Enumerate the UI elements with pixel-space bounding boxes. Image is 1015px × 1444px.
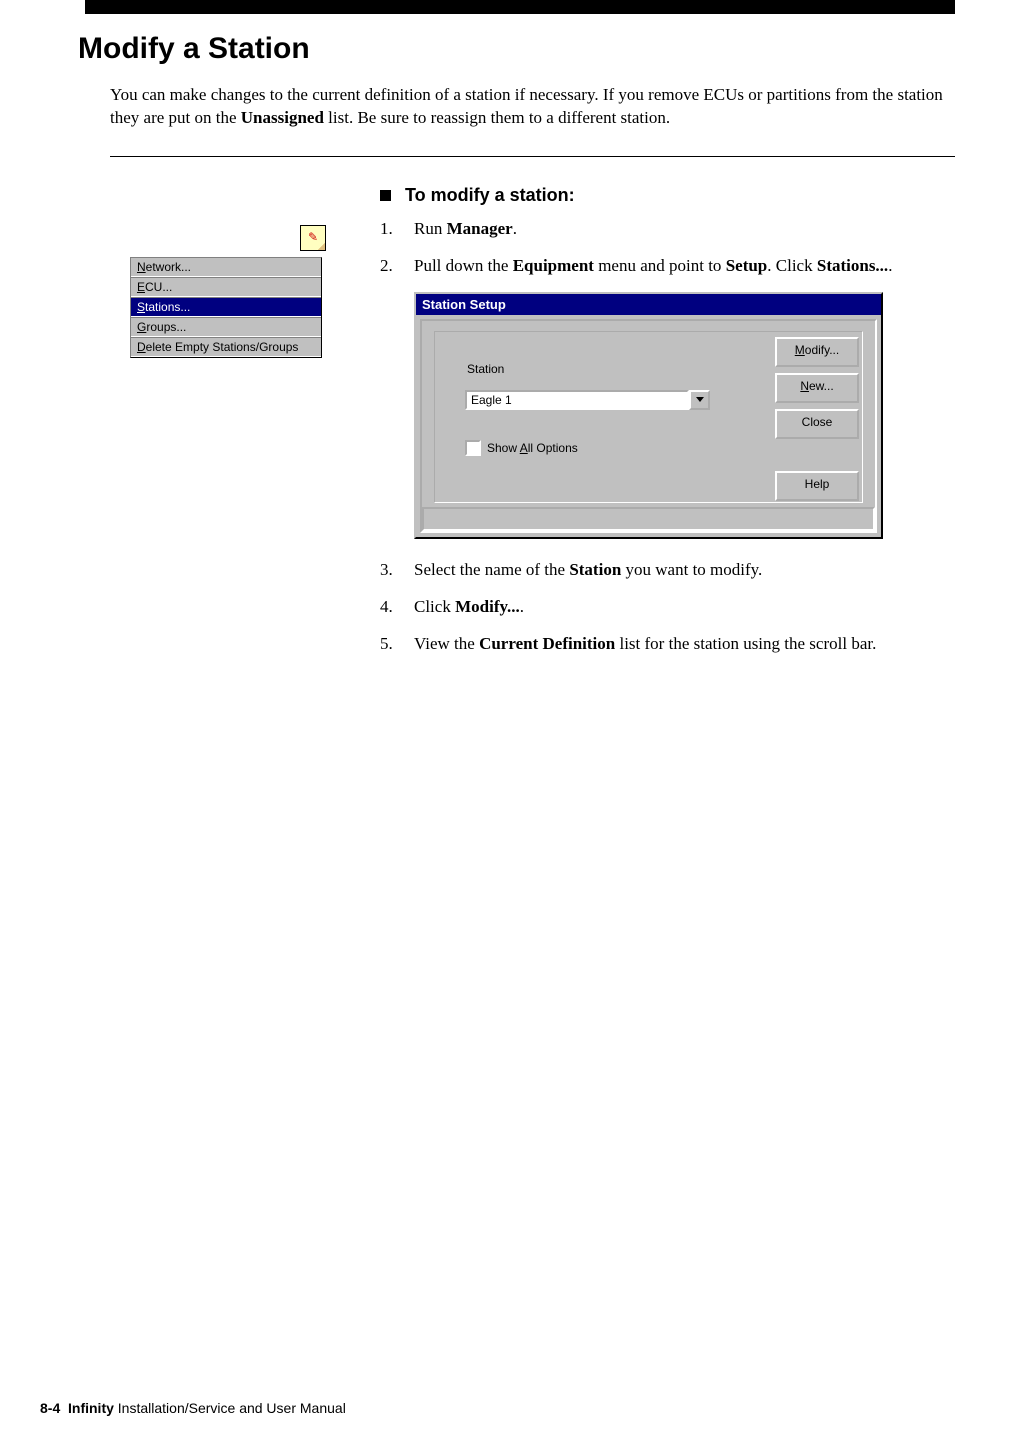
checkbox-box[interactable] [465, 440, 481, 456]
checkbox-label: Show All Options [487, 441, 578, 455]
header-rule [85, 0, 955, 14]
section-divider [110, 156, 955, 157]
intro-text-bold: Unassigned [241, 108, 324, 127]
step-number: 3. [380, 559, 396, 582]
step-text: Run Manager. [414, 218, 517, 241]
station-setup-dialog: Station Setup Station Eagle 1 Show All O… [414, 292, 883, 539]
step-text: Click Modify.... [414, 596, 524, 619]
station-combobox-value[interactable]: Eagle 1 [465, 390, 689, 410]
menu-item[interactable]: ECU... [131, 277, 321, 297]
menu-item[interactable]: Network... [131, 258, 321, 277]
step-3: 3. Select the name of the Station you wan… [380, 559, 955, 582]
menu-item[interactable]: Stations... [131, 297, 321, 317]
dialog-status-bar [422, 507, 875, 531]
menu-item[interactable]: Delete Empty Stations/Groups [131, 337, 321, 357]
help-button[interactable]: Help [775, 471, 859, 501]
dialog-body: Station Eagle 1 Show All Options Modify.… [420, 319, 877, 533]
page-footer: 8-4 Infinity Installation/Service and Us… [40, 1400, 346, 1416]
sticky-note-icon: ✎ [300, 225, 326, 251]
step-text: Pull down the Equipment menu and point t… [414, 255, 892, 278]
close-button[interactable]: Close [775, 409, 859, 439]
step-text: View the Current Definition list for the… [414, 633, 876, 656]
step-4: 4. Click Modify.... [380, 596, 955, 619]
combobox-dropdown-button[interactable] [689, 390, 710, 410]
step-number: 2. [380, 255, 396, 278]
station-combobox[interactable]: Eagle 1 [465, 390, 710, 410]
equipment-setup-menu: Network...ECU...Stations...Groups...Dele… [130, 257, 322, 358]
menu-item[interactable]: Groups... [131, 317, 321, 337]
step-number: 1. [380, 218, 396, 241]
square-bullet-icon [380, 190, 391, 201]
footer-product: Infinity [68, 1400, 114, 1416]
step-text: Select the name of the Station you want … [414, 559, 762, 582]
page-title: Modify a Station [78, 32, 955, 66]
step-5: 5. View the Current Definition list for t… [380, 633, 955, 656]
step-number: 5. [380, 633, 396, 656]
station-label: Station [467, 362, 504, 376]
new-button[interactable]: New... [775, 373, 859, 403]
footer-rest: Installation/Service and User Manual [114, 1400, 346, 1416]
step-2: 2. Pull down the Equipment menu and point… [380, 255, 955, 278]
dialog-titlebar[interactable]: Station Setup [416, 294, 881, 315]
show-all-options-checkbox[interactable]: Show All Options [465, 440, 578, 456]
step-number: 4. [380, 596, 396, 619]
step-1: 1. Run Manager. [380, 218, 955, 241]
procedure-heading: To modify a station: [380, 185, 955, 206]
procedure-title-text: To modify a station: [405, 185, 575, 206]
intro-paragraph: You can make changes to the current defi… [110, 84, 955, 130]
modify-button[interactable]: Modify... [775, 337, 859, 367]
chevron-down-icon [696, 397, 704, 402]
footer-page-num: 8-4 [40, 1400, 60, 1416]
intro-text-post: list. Be sure to reassign them to a diff… [324, 108, 670, 127]
